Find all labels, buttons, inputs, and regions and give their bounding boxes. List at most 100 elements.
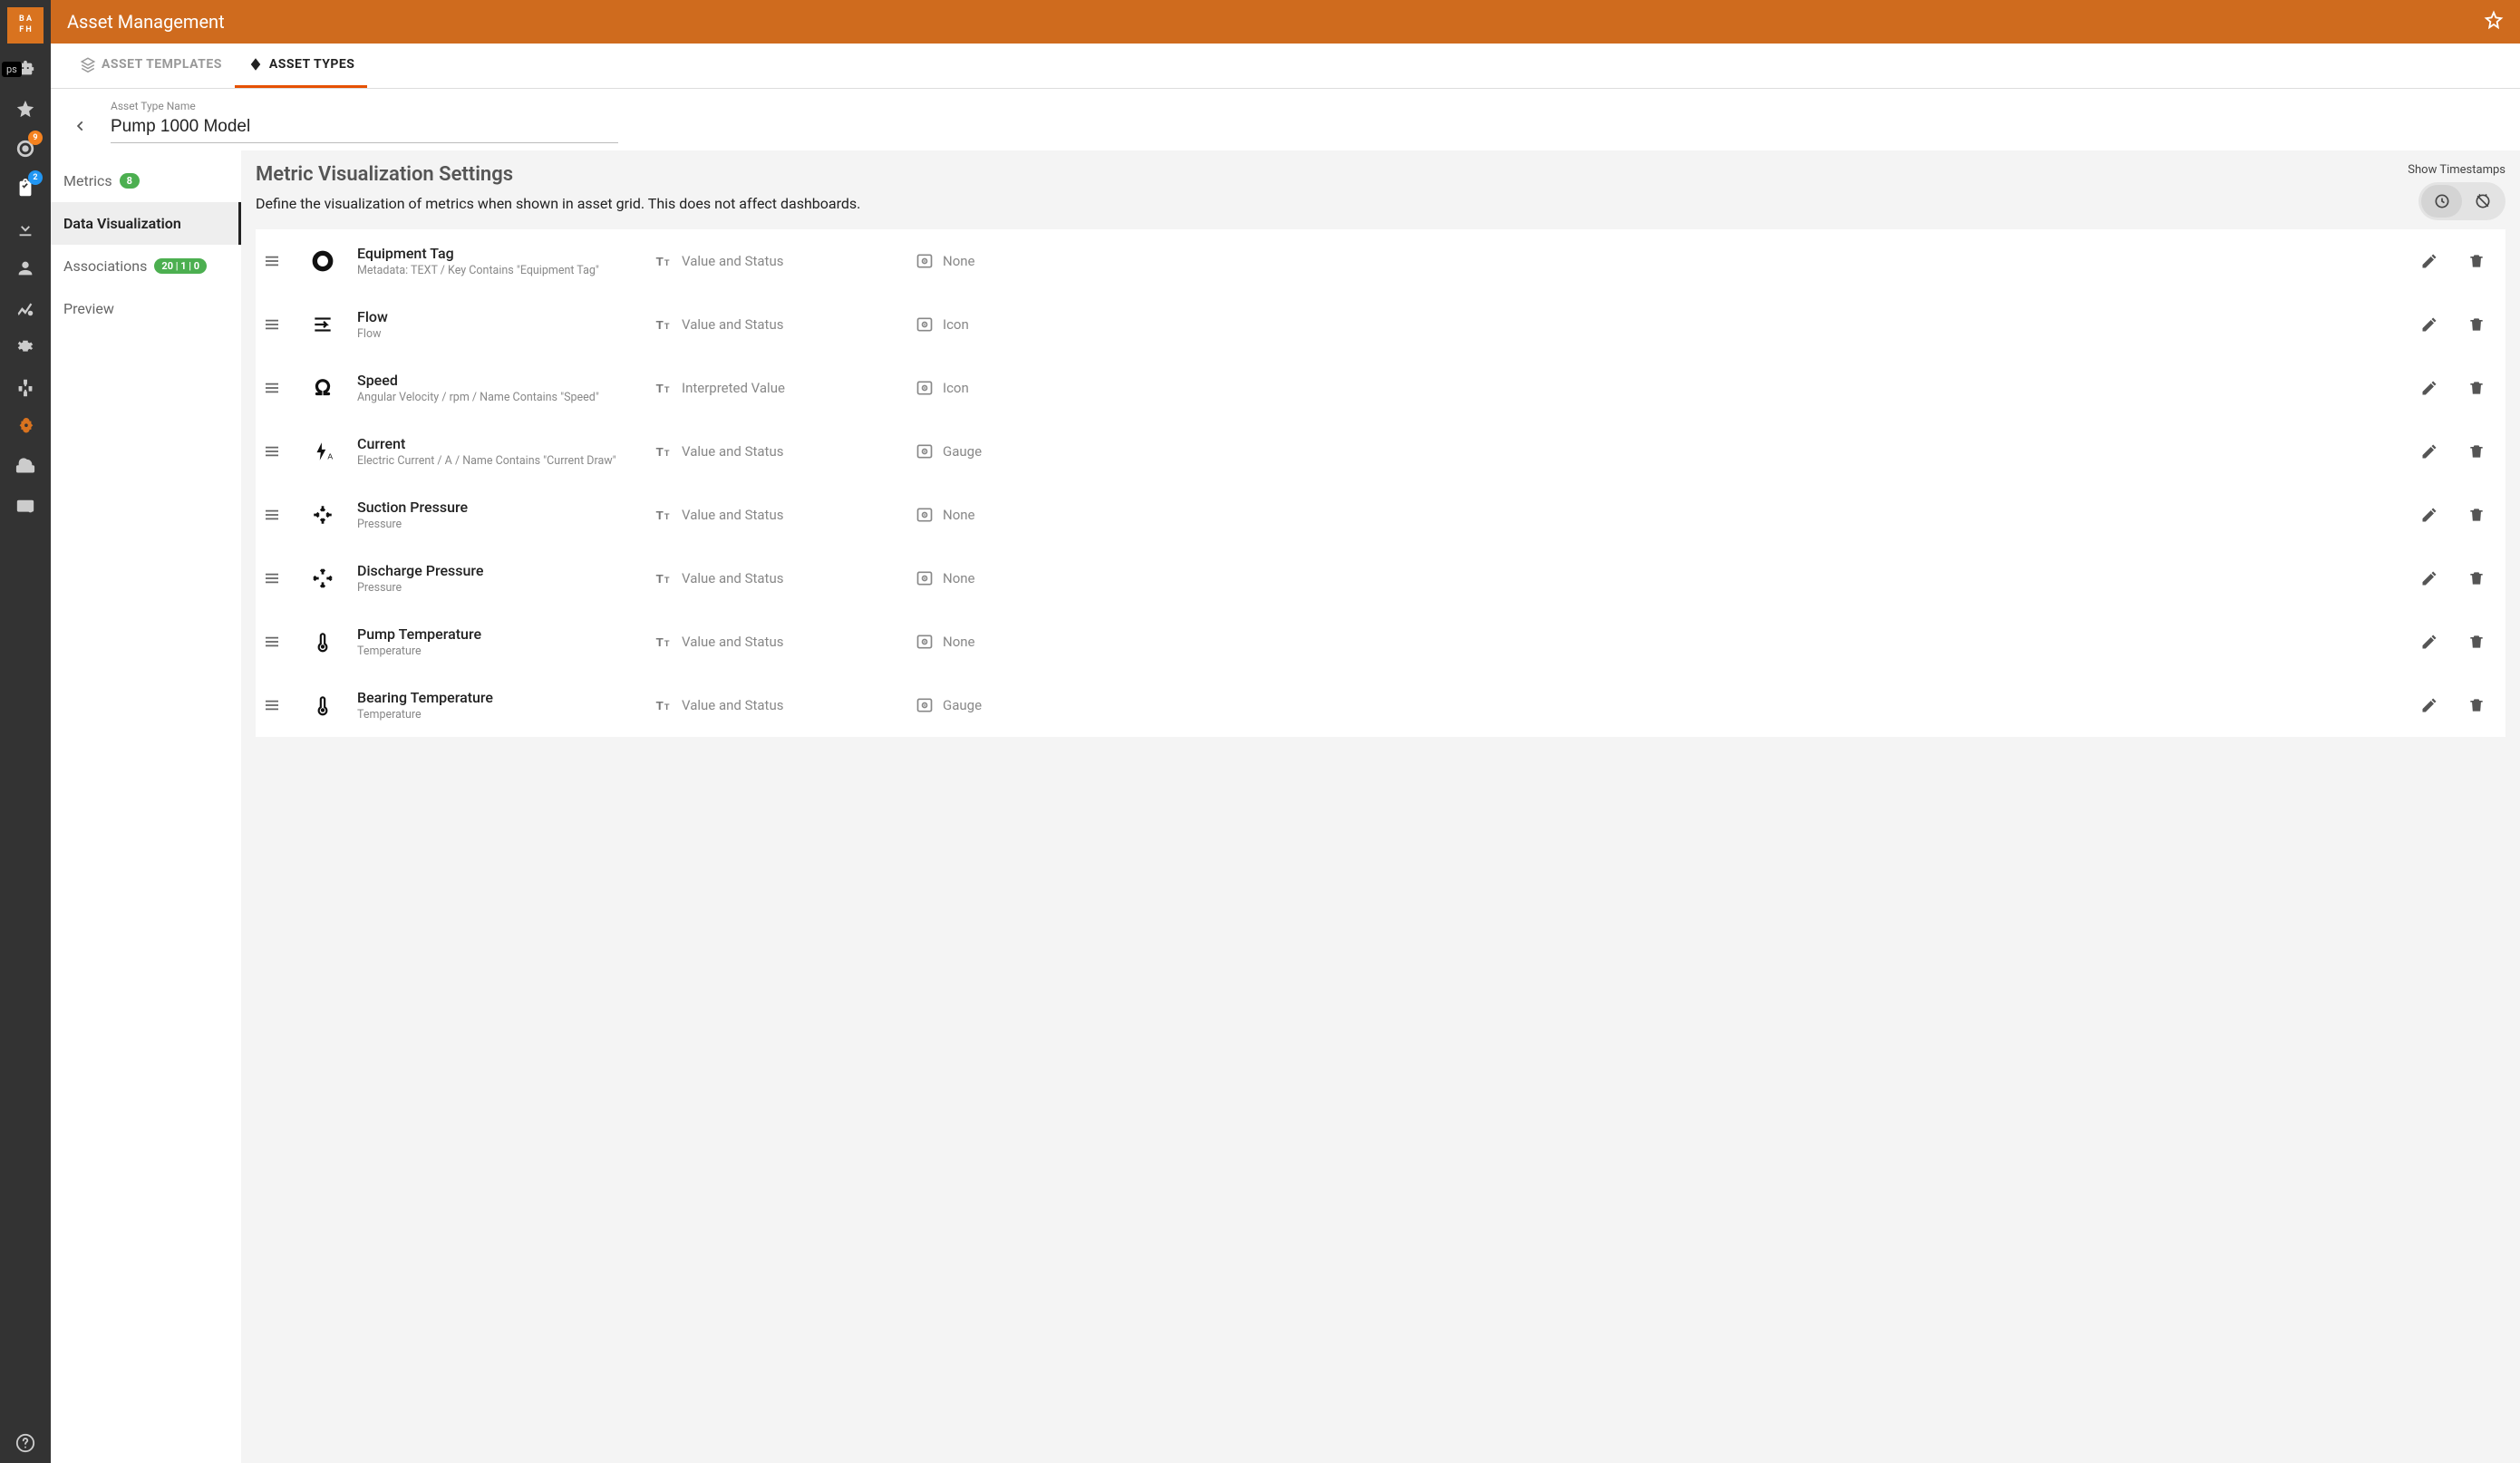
rail-item-asset-mgmt[interactable] <box>7 408 44 448</box>
rail-item-hierarchy[interactable] <box>7 368 44 408</box>
delete-button[interactable] <box>2457 315 2496 334</box>
viz-value: None <box>943 253 975 269</box>
text-format-icon <box>654 569 673 587</box>
metric-type-icon <box>296 376 350 400</box>
rail-item-favorites[interactable] <box>7 89 44 129</box>
edit-button[interactable] <box>2409 696 2449 714</box>
delete-button[interactable] <box>2457 633 2496 651</box>
page-title: Asset Management <box>67 11 225 33</box>
rail-item-analytics[interactable] <box>7 288 44 328</box>
show-timestamps-label: Show Timestamps <box>2408 163 2505 177</box>
left-rail: B AF H ps 9 2 <box>0 0 51 1463</box>
timestamps-off[interactable] <box>2462 185 2503 218</box>
tab-asset-templates[interactable]: ASSET TEMPLATES <box>67 44 235 88</box>
metric-type-icon <box>296 249 350 273</box>
rail-item-monitor[interactable] <box>7 488 44 528</box>
metric-row: Speed Angular Velocity / rpm / Name Cont… <box>256 356 2505 420</box>
metric-type-icon <box>296 693 350 717</box>
metric-type-icon <box>296 503 350 527</box>
edit-button[interactable] <box>2409 442 2449 460</box>
side-item-associations[interactable]: Associations 20 | 1 | 0 <box>51 245 241 287</box>
viz-value: None <box>943 570 975 586</box>
side-label: Preview <box>63 300 114 317</box>
metric-subtitle: Temperature <box>357 708 647 722</box>
metric-name: Current <box>357 435 647 452</box>
side-item-data-visualization[interactable]: Data Visualization <box>51 202 241 245</box>
metric-subtitle: Electric Current / A / Name Contains "Cu… <box>357 454 647 468</box>
text-format-icon <box>654 633 673 651</box>
side-item-metrics[interactable]: Metrics 8 <box>51 160 241 202</box>
drag-handle-icon[interactable] <box>256 509 288 521</box>
metric-subtitle: Angular Velocity / rpm / Name Contains "… <box>357 391 647 404</box>
edit-button[interactable] <box>2409 506 2449 524</box>
edit-button[interactable] <box>2409 315 2449 334</box>
delete-button[interactable] <box>2457 442 2496 460</box>
show-timestamps-toggle[interactable] <box>2418 182 2505 220</box>
metric-row: Suction Pressure Pressure Value and Stat… <box>256 483 2505 547</box>
delete-button[interactable] <box>2457 696 2496 714</box>
delete-button[interactable] <box>2457 569 2496 587</box>
back-button[interactable] <box>67 113 94 143</box>
text-format-icon <box>654 696 673 714</box>
drag-handle-icon[interactable] <box>256 635 288 648</box>
side-label: Data Visualization <box>63 215 181 232</box>
metric-list: Equipment Tag Metadata: TEXT / Key Conta… <box>256 229 2505 737</box>
metric-name: Flow <box>357 308 647 325</box>
metric-subtitle: Flow <box>357 327 647 341</box>
metric-name: Equipment Tag <box>357 245 647 262</box>
rail-item-clipboard[interactable]: 2 <box>7 169 44 208</box>
preview-icon <box>916 696 934 714</box>
format-value: Value and Status <box>682 570 783 586</box>
preview-icon <box>916 442 934 460</box>
rail-item-target[interactable]: 9 <box>7 129 44 169</box>
app-logo: B AF H <box>7 7 44 44</box>
text-format-icon <box>654 442 673 460</box>
content-description: Define the visualization of metrics when… <box>256 195 2408 212</box>
drag-handle-icon[interactable] <box>256 382 288 394</box>
rail-item-download[interactable] <box>7 208 44 248</box>
content: Metric Visualization Settings Define the… <box>241 150 2520 1463</box>
delete-button[interactable] <box>2457 379 2496 397</box>
rail-item-robot[interactable]: ps <box>7 49 44 89</box>
tab-asset-types[interactable]: ASSET TYPES <box>235 44 368 88</box>
preview-icon <box>916 633 934 651</box>
edit-button[interactable] <box>2409 252 2449 270</box>
drag-handle-icon[interactable] <box>256 699 288 712</box>
favorite-toggle[interactable] <box>2484 10 2504 34</box>
text-format-icon <box>654 252 673 270</box>
rail-item-help[interactable] <box>7 1423 44 1463</box>
metric-row: Pump Temperature Temperature Value and S… <box>256 610 2505 673</box>
side-label: Associations <box>63 257 147 275</box>
metric-subtitle: Temperature <box>357 644 647 658</box>
drag-handle-icon[interactable] <box>256 445 288 458</box>
drag-handle-icon[interactable] <box>256 255 288 267</box>
edit-button[interactable] <box>2409 379 2449 397</box>
viz-value: None <box>943 507 975 523</box>
metric-name: Discharge Pressure <box>357 562 647 579</box>
metric-subtitle: Metadata: TEXT / Key Contains "Equipment… <box>357 264 647 277</box>
edit-button[interactable] <box>2409 569 2449 587</box>
delete-button[interactable] <box>2457 252 2496 270</box>
preview-icon <box>916 569 934 587</box>
asset-type-name-input[interactable] <box>111 114 618 143</box>
edit-button[interactable] <box>2409 633 2449 651</box>
drag-handle-icon[interactable] <box>256 572 288 585</box>
tab-label: ASSET TEMPLATES <box>102 57 222 72</box>
metric-row: Equipment Tag Metadata: TEXT / Key Conta… <box>256 229 2505 293</box>
side-label: Metrics <box>63 172 112 189</box>
side-item-preview[interactable]: Preview <box>51 287 241 330</box>
rail-item-device[interactable] <box>7 448 44 488</box>
format-value: Value and Status <box>682 634 783 650</box>
drag-handle-icon[interactable] <box>256 318 288 331</box>
rail-item-settings[interactable] <box>7 328 44 368</box>
title-row: Asset Type Name <box>51 89 2520 150</box>
preview-icon <box>916 379 934 397</box>
metric-type-icon <box>296 440 350 463</box>
timestamps-on[interactable] <box>2421 185 2462 218</box>
delete-button[interactable] <box>2457 506 2496 524</box>
tab-label: ASSET TYPES <box>269 57 355 72</box>
rail-item-user[interactable] <box>7 248 44 288</box>
header: Asset Management <box>51 0 2520 44</box>
metric-name: Suction Pressure <box>357 499 647 516</box>
format-value: Value and Status <box>682 316 783 333</box>
